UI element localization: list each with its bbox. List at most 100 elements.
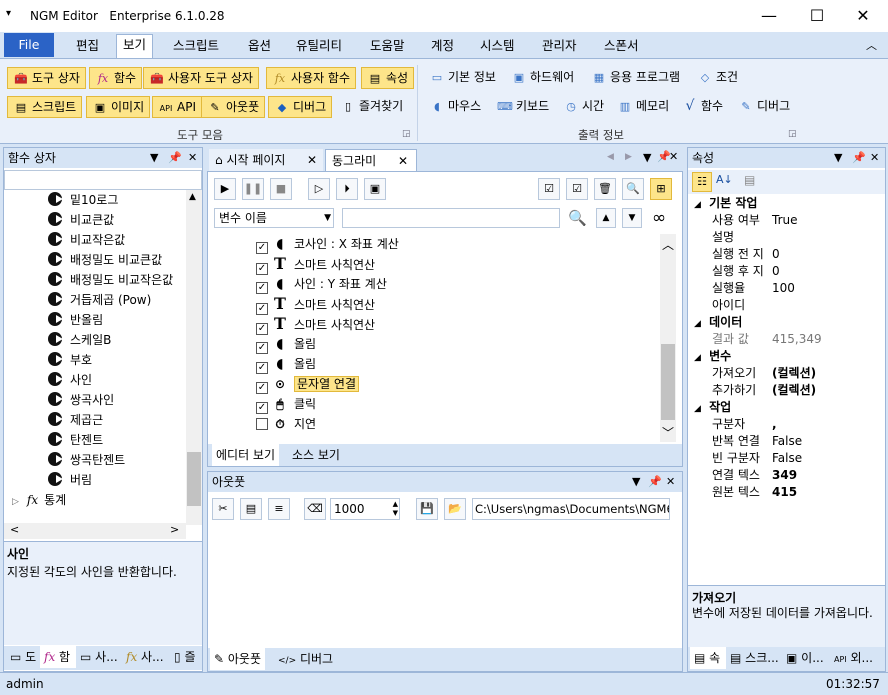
scroll-left-icon[interactable]: < xyxy=(10,523,19,536)
check-toggle-button[interactable]: ☑ xyxy=(566,178,588,200)
save-button[interactable]: 💾 xyxy=(416,498,438,520)
horizontal-scrollbar[interactable]: < > xyxy=(4,523,186,539)
tab-external[interactable]: API 외... xyxy=(830,647,884,669)
menu-utility[interactable]: 유틸리티 xyxy=(290,36,348,56)
keyboard-button[interactable]: ⌨ 키보드 xyxy=(492,96,554,118)
script-row[interactable]: ✓ ◖ 코사인 : X 좌표 계산 xyxy=(256,234,399,254)
scrollbar-thumb[interactable] xyxy=(661,344,675,420)
open-folder-button[interactable]: 📂 xyxy=(444,498,466,520)
script-row[interactable]: ✓ T 스마트 사칙연산 xyxy=(256,314,375,335)
row-checkbox[interactable]: ✓ xyxy=(256,362,268,374)
menu-admin[interactable]: 관리자 xyxy=(536,36,583,56)
delete-button[interactable]: 🗑 xyxy=(594,178,616,200)
property-row[interactable]: 가져오기 (컬렉션) xyxy=(688,365,885,382)
property-row[interactable]: 결과 값 415,349 xyxy=(688,331,885,348)
clear-output-button[interactable]: ✂ xyxy=(212,498,234,520)
close-icon[interactable]: ✕ xyxy=(188,148,197,168)
group-launcher-icon[interactable]: ◲ xyxy=(788,129,797,139)
tree-item[interactable]: 탄젠트 xyxy=(48,430,103,450)
tree-view-button[interactable]: ⊞ xyxy=(650,178,672,200)
debug-info-button[interactable]: ✎ 디버그 xyxy=(733,96,795,118)
scroll-right-icon[interactable]: > xyxy=(170,523,179,536)
condition-button[interactable]: ◇ 조건 xyxy=(692,67,743,89)
property-section[interactable]: ◢ 기본 작업 xyxy=(688,195,885,212)
close-tab-icon[interactable]: ✕ xyxy=(307,149,317,171)
previous-button[interactable]: ▲ xyxy=(596,208,616,228)
tab-source-view[interactable]: 소스 보기 xyxy=(288,444,344,466)
next-button[interactable]: ▼ xyxy=(622,208,642,228)
property-row[interactable]: 빈 구분자 False xyxy=(688,450,885,467)
close-icon[interactable]: ✕ xyxy=(666,472,675,492)
scrollbar-thumb[interactable] xyxy=(187,452,201,506)
property-row[interactable]: 아이디 xyxy=(688,297,885,314)
time-button[interactable]: ◷ 시간 xyxy=(558,96,609,118)
property-row[interactable]: 구분자, xyxy=(688,416,885,433)
collapse-icon[interactable]: ◢ xyxy=(694,404,701,414)
script-button[interactable]: ▤ 스크립트 xyxy=(7,96,83,118)
function-tree-scrollbar[interactable]: ▲ xyxy=(186,190,202,525)
run-to-end-button[interactable]: ⏵ xyxy=(336,178,358,200)
properties-button[interactable]: ▤ 속성 xyxy=(361,67,415,89)
property-row[interactable]: 설명 xyxy=(688,229,885,246)
tree-item[interactable]: 배정밀도 비교작은값 xyxy=(48,270,173,290)
editor-search-input[interactable] xyxy=(342,208,560,228)
close-button[interactable]: ✕ xyxy=(840,0,886,32)
mouse-button[interactable]: ◖ 마우스 xyxy=(424,96,486,118)
tree-item[interactable]: 밑10로그 xyxy=(48,190,118,210)
pin-icon[interactable]: 📌 xyxy=(852,148,866,168)
menu-account[interactable]: 계정 xyxy=(425,36,460,56)
user-toolbox-button[interactable]: 🧰 사용자 도구 상자 xyxy=(143,67,259,89)
step-button[interactable]: ▷ xyxy=(308,178,330,200)
property-row[interactable]: 실행 후 지0 xyxy=(688,263,885,280)
property-row[interactable]: 실행율 100 xyxy=(688,280,885,297)
menu-file[interactable]: File xyxy=(4,33,54,57)
menu-edit[interactable]: 편집 xyxy=(70,36,105,56)
function-search-input[interactable] xyxy=(4,170,202,190)
pin-icon[interactable]: 📌 xyxy=(168,148,182,168)
minimize-button[interactable]: — xyxy=(746,0,792,32)
tab-favorites[interactable]: ▯ 즐 xyxy=(170,646,202,668)
collapse-icon[interactable]: ◢ xyxy=(694,200,701,210)
collapse-icon[interactable]: ◢ xyxy=(694,319,701,329)
property-section[interactable]: ◢ 변수 xyxy=(688,348,885,365)
variable-select[interactable]: 변수 이름 ▼ xyxy=(214,208,334,228)
output-button[interactable]: ✎ 아웃풋 xyxy=(201,96,266,118)
run-button[interactable]: ▶ xyxy=(214,178,236,200)
stop-button[interactable]: ■ xyxy=(270,178,292,200)
tab-toolbox[interactable]: ▭ 도 xyxy=(6,646,42,668)
script-row[interactable]: ✓ ◖ 사인 : Y 좌표 계산 xyxy=(256,274,387,294)
debug-button[interactable]: ◆ 디버그 xyxy=(268,96,333,118)
tree-item[interactable]: 쌍곡탄젠트 xyxy=(48,450,125,470)
script-row-selected[interactable]: ✓ ⊙ 문자열 연결 xyxy=(256,374,360,394)
script-row[interactable]: ✓ 🖱 클릭 xyxy=(256,394,316,414)
run-selected-button[interactable]: ▣ xyxy=(364,178,386,200)
tab-start-page[interactable]: ⌂ 시작 페이지 ✕ xyxy=(209,149,323,171)
tree-item[interactable]: 쌍곡사인 xyxy=(48,390,114,410)
close-icon[interactable]: ✕ xyxy=(669,150,678,163)
tab-circle[interactable]: 동그라미 ✕ xyxy=(325,149,417,171)
script-row[interactable]: ✓ T 스마트 사칙연산 xyxy=(256,254,375,275)
script-row[interactable]: ⏱ 지연 xyxy=(256,414,316,434)
property-row[interactable]: 사용 여부 True xyxy=(688,212,885,229)
menu-help[interactable]: 도움말 xyxy=(364,36,411,56)
close-icon[interactable]: ✕ xyxy=(870,148,879,168)
tab-properties[interactable]: ▤ 속 xyxy=(690,647,726,669)
property-row[interactable]: 실행 전 지0 xyxy=(688,246,885,263)
tree-item[interactable]: 사인 xyxy=(48,370,92,390)
property-section[interactable]: ◢ 데이터 xyxy=(688,314,885,331)
dropdown-icon[interactable]: ▼ xyxy=(150,148,158,168)
property-pages-icon[interactable]: ▤ xyxy=(744,173,755,187)
row-checkbox[interactable]: ✓ xyxy=(256,342,268,354)
dropdown-icon[interactable]: ▼ xyxy=(834,148,842,168)
eraser-button[interactable]: ⌫ xyxy=(304,498,326,520)
tab-scripts[interactable]: ▤ 스크... xyxy=(726,647,780,669)
dropdown-icon[interactable]: ▼ xyxy=(632,472,640,492)
menu-view[interactable]: 보기 xyxy=(116,34,154,58)
functions-button[interactable]: fx 함수 xyxy=(89,67,143,89)
tree-item[interactable]: 비교작은값 xyxy=(48,230,125,250)
tab-debug[interactable]: </> 디버그 xyxy=(274,648,337,670)
api-button[interactable]: API API xyxy=(152,96,202,118)
spin-down-icon[interactable]: ▼ xyxy=(393,509,398,518)
output-path-field[interactable]: C:\Users\ngmas\Documents\NGM6\ xyxy=(472,498,670,520)
tab-scroll-right-icon[interactable]: ▶ xyxy=(625,152,632,162)
